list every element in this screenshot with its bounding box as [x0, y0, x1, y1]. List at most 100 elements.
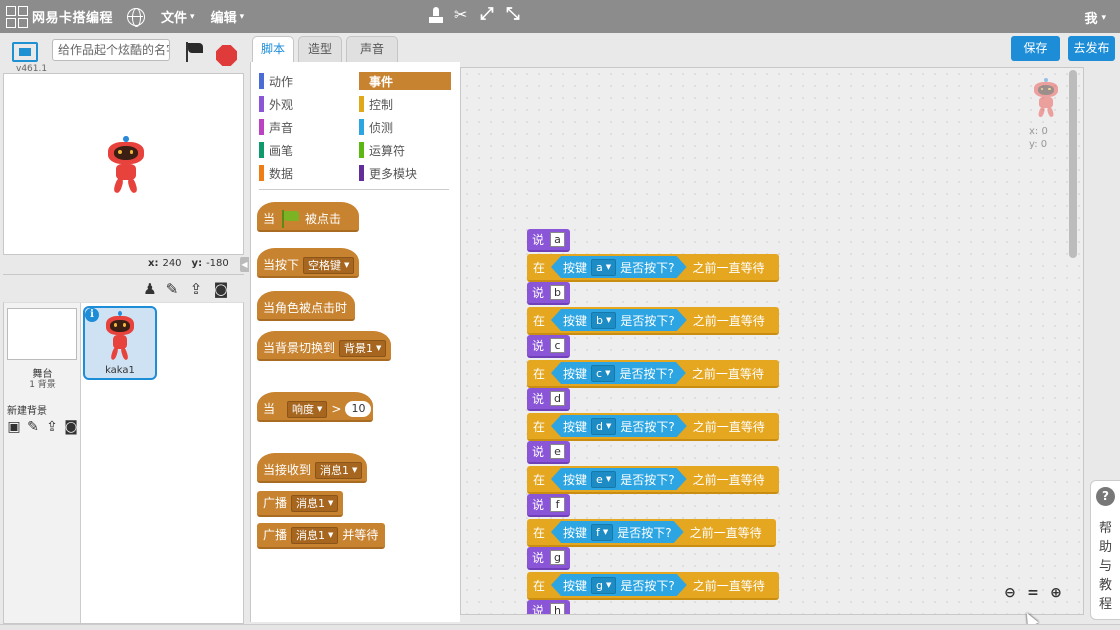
stop-icon[interactable]: [216, 45, 237, 66]
category-control[interactable]: 控制: [359, 95, 451, 113]
duplicate-stamp-icon[interactable]: [428, 7, 444, 25]
threshold-input[interactable]: 10: [345, 401, 372, 417]
brand-title[interactable]: 网易卡搭编程: [32, 7, 113, 26]
choose-backdrop-icon[interactable]: ▣: [6, 419, 22, 435]
project-name-input[interactable]: [52, 39, 170, 61]
category-motion[interactable]: 动作: [259, 72, 351, 90]
category-operators[interactable]: 运算符: [359, 141, 451, 159]
category-pen[interactable]: 画笔: [259, 141, 351, 159]
upload-backdrop-icon[interactable]: ⇪: [44, 419, 60, 435]
wait-until-key-pressed-block[interactable]: 在按键 g ▼ 是否按下? 之前一直等待: [527, 572, 779, 600]
paint-backdrop-icon[interactable]: ✎: [25, 419, 41, 435]
key-pressed-reporter[interactable]: 按键 d ▼ 是否按下?: [551, 415, 687, 437]
say-block[interactable]: 说h: [527, 600, 571, 614]
help-panel[interactable]: ? 帮助与教程: [1090, 480, 1120, 620]
when-receive-block[interactable]: 当接收到 消息1 ▼: [257, 453, 367, 483]
say-input[interactable]: h: [550, 603, 566, 614]
choose-sprite-icon[interactable]: ♟: [141, 280, 159, 298]
save-button[interactable]: 保存: [1011, 36, 1060, 61]
logo-icon[interactable]: [6, 5, 28, 28]
wait-until-key-pressed-block[interactable]: 在按键 d ▼ 是否按下? 之前一直等待: [527, 413, 779, 441]
fullscreen-icon[interactable]: [12, 42, 38, 62]
wait-until-key-pressed-block[interactable]: 在按键 a ▼ 是否按下? 之前一直等待: [527, 254, 779, 282]
when-loudness-block[interactable]: 当响度 ▼ >10: [257, 392, 373, 422]
zoom-in-icon[interactable]: ⊕: [1047, 584, 1065, 602]
category-looks[interactable]: 外观: [259, 95, 351, 113]
say-block[interactable]: 说d: [527, 388, 571, 411]
info-icon[interactable]: i: [85, 308, 99, 322]
category-more-blocks[interactable]: 更多模块: [359, 164, 451, 182]
upload-sprite-icon[interactable]: ⇪: [187, 280, 205, 298]
wait-until-key-pressed-block[interactable]: 在按键 f ▼ 是否按下? 之前一直等待: [527, 519, 776, 547]
say-block[interactable]: 说f: [527, 494, 571, 517]
wait-until-key-pressed-block[interactable]: 在按键 b ▼ 是否按下? 之前一直等待: [527, 307, 779, 335]
category-sound[interactable]: 声音: [259, 118, 351, 136]
when-key-pressed-block[interactable]: 当按下 空格键 ▼: [257, 248, 359, 278]
key-dropdown[interactable]: g ▼: [591, 577, 616, 594]
key-dropdown[interactable]: e ▼: [591, 471, 616, 488]
user-menu[interactable]: 我 ▾: [1084, 8, 1106, 27]
say-input[interactable]: e: [550, 444, 566, 459]
message-dropdown[interactable]: 消息1 ▼: [291, 494, 339, 512]
key-pressed-reporter[interactable]: 按键 e ▼ 是否按下?: [551, 468, 687, 490]
say-input[interactable]: g: [550, 550, 566, 565]
stage-canvas[interactable]: [3, 73, 244, 255]
key-dropdown[interactable]: f ▼: [591, 524, 613, 541]
category-sensing[interactable]: 侦测: [359, 118, 451, 136]
tab-scripts[interactable]: 脚本: [252, 36, 294, 63]
key-dropdown[interactable]: a ▼: [591, 259, 616, 276]
wait-until-key-pressed-block[interactable]: 在按键 c ▼ 是否按下? 之前一直等待: [527, 360, 779, 388]
key-pressed-reporter[interactable]: 按键 g ▼ 是否按下?: [551, 574, 687, 596]
say-block[interactable]: 说b: [527, 282, 571, 305]
tab-sounds[interactable]: 声音: [346, 36, 398, 62]
key-pressed-reporter[interactable]: 按键 a ▼ 是否按下?: [551, 256, 687, 278]
file-menu[interactable]: 文件 ▾: [161, 7, 195, 26]
zoom-out-icon[interactable]: ⊖: [1001, 584, 1019, 602]
say-input[interactable]: a: [550, 232, 566, 247]
zoom-reset-icon[interactable]: =: [1024, 584, 1042, 602]
message-dropdown[interactable]: 消息1 ▼: [315, 461, 363, 479]
say-block[interactable]: 说g: [527, 547, 571, 570]
grow-icon[interactable]: [480, 4, 496, 25]
key-dropdown[interactable]: c ▼: [591, 365, 615, 382]
message-dropdown[interactable]: 消息1 ▼: [291, 526, 339, 544]
kaka-sprite[interactable]: [104, 136, 148, 194]
backdrop-dropdown[interactable]: 背景1 ▼: [339, 339, 387, 357]
wait-until-key-pressed-block[interactable]: 在按键 e ▼ 是否按下? 之前一直等待: [527, 466, 779, 494]
category-data[interactable]: 数据: [259, 164, 351, 182]
broadcast-block[interactable]: 广播 消息1 ▼: [257, 491, 343, 517]
delete-scissors-icon[interactable]: [454, 5, 470, 25]
when-backdrop-switches-block[interactable]: 当背景切换到 背景1 ▼: [257, 331, 391, 361]
say-block[interactable]: 说c: [527, 335, 571, 358]
tab-costumes[interactable]: 造型: [298, 36, 342, 62]
block-text: 按键: [563, 366, 588, 381]
key-pressed-reporter[interactable]: 按键 c ▼ 是否按下?: [551, 362, 686, 384]
loudness-dropdown[interactable]: 响度 ▼: [287, 400, 328, 418]
stage-thumbnail[interactable]: [7, 308, 77, 360]
say-input[interactable]: d: [550, 391, 566, 406]
when-sprite-clicked-block[interactable]: 当角色被点击时: [257, 291, 355, 321]
say-input[interactable]: c: [550, 338, 566, 353]
broadcast-and-wait-block[interactable]: 广播 消息1 ▼ 并等待: [257, 523, 385, 549]
key-pressed-reporter[interactable]: 按键 b ▼ 是否按下?: [551, 309, 687, 331]
say-input[interactable]: b: [550, 285, 566, 300]
say-block[interactable]: 说e: [527, 441, 571, 464]
sprite-thumbnail-kaka1[interactable]: i kaka1: [83, 306, 157, 380]
language-globe-icon[interactable]: [127, 7, 146, 27]
key-dropdown[interactable]: b ▼: [591, 312, 616, 329]
publish-button[interactable]: 去发布: [1068, 36, 1115, 61]
camera-backdrop-icon[interactable]: ◙: [63, 419, 79, 435]
edit-menu[interactable]: 编辑 ▾: [211, 7, 245, 26]
key-pressed-reporter[interactable]: 按键 f ▼ 是否按下?: [551, 521, 684, 543]
say-input[interactable]: f: [550, 497, 566, 512]
green-flag-icon[interactable]: [183, 41, 205, 63]
key-dropdown[interactable]: 空格键 ▼: [303, 256, 355, 274]
key-dropdown[interactable]: d ▼: [591, 418, 616, 435]
shrink-icon[interactable]: [506, 4, 522, 25]
when-flag-clicked-block[interactable]: 当 被点击: [257, 202, 359, 232]
camera-sprite-icon[interactable]: ◙: [212, 280, 230, 298]
paint-sprite-icon[interactable]: ✎: [163, 280, 181, 298]
category-events[interactable]: 事件: [359, 72, 451, 90]
collapse-stage-button[interactable]: ◀: [240, 257, 249, 272]
say-block[interactable]: 说a: [527, 229, 571, 252]
